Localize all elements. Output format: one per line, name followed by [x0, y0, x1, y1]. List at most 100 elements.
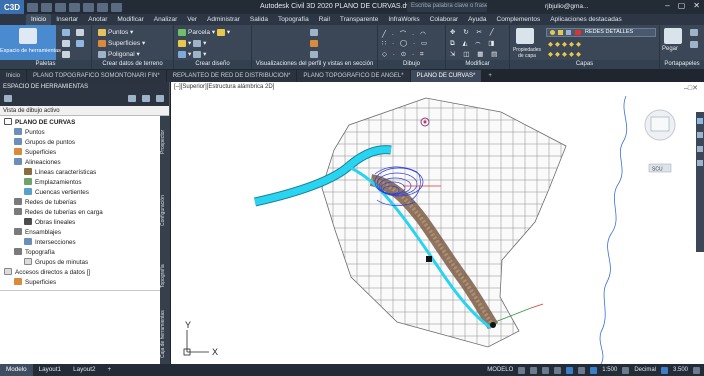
- tree-item-accesos-superficies[interactable]: Superficies: [14, 278, 56, 287]
- parcela-button[interactable]: Parcela ▾ ▾: [178, 28, 230, 36]
- nav-wheel-icon[interactable]: [697, 118, 703, 124]
- snap-toggle-icon[interactable]: [530, 366, 538, 374]
- draw-poly-tools[interactable]: ◇ · ⊙ · ⌗: [382, 50, 426, 59]
- tab-colaborar[interactable]: Colaborar: [425, 14, 464, 25]
- plot-icon[interactable]: [83, 2, 94, 12]
- nav-orbit-icon[interactable]: [697, 160, 703, 166]
- user-account[interactable]: rjbjulio@gma...: [545, 3, 588, 10]
- alignment-icon[interactable]: [216, 28, 225, 36]
- palette-tree-icon[interactable]: [128, 95, 136, 102]
- view-selector[interactable]: Vista de dibujo activo: [0, 106, 169, 116]
- polar-toggle-icon[interactable]: [554, 366, 562, 374]
- draw-circle-tools[interactable]: ∷ · ◯ · ▭: [382, 39, 429, 47]
- panel-icon[interactable]: [62, 51, 70, 58]
- workspace-gear-icon[interactable]: [622, 366, 630, 374]
- tree-item-ensamblajes[interactable]: Ensamblajes: [14, 228, 61, 237]
- drawing-area[interactable]: Y X SCU [–][Superior][Estructura alámbri…: [171, 82, 704, 364]
- tab-layout1[interactable]: Layout1: [33, 364, 67, 376]
- corridor-icon[interactable]: [193, 50, 202, 58]
- viewcube[interactable]: [644, 109, 676, 141]
- open-file-icon[interactable]: [41, 2, 52, 12]
- save-icon[interactable]: [55, 2, 66, 12]
- doc-tab-angel[interactable]: PLANO TOPOGRAFICO DE ANGEL*: [297, 70, 410, 82]
- palette-icon[interactable]: [62, 29, 70, 36]
- viewport-window-controls[interactable]: –□✕: [684, 84, 698, 92]
- properties-icon[interactable]: [76, 29, 84, 36]
- minimize-button[interactable]: –: [665, 1, 669, 10]
- espacio-herramientas-button[interactable]: Espacio de herramientas: [0, 25, 61, 60]
- app-logo[interactable]: C3D: [0, 0, 24, 14]
- maximize-button[interactable]: ▢: [678, 1, 686, 10]
- viewport-controls[interactable]: [–][Superior][Estructura alámbrica 2D]: [174, 84, 274, 90]
- tab-insertar[interactable]: Insertar: [51, 14, 83, 25]
- annotation-scale[interactable]: 1:500: [602, 367, 617, 373]
- feature-line-icon[interactable]: [178, 39, 186, 47]
- side-tab-caja[interactable]: Caja de herramientas: [160, 306, 170, 362]
- intersection-icon[interactable]: [178, 50, 186, 58]
- customize-icon[interactable]: [693, 366, 700, 374]
- tree-item-emplazamientos[interactable]: Emplazamientos: [24, 178, 82, 187]
- save-as-icon[interactable]: [69, 2, 80, 12]
- doc-tab-plano-curvas[interactable]: PLANO DE CURVAS*: [410, 70, 482, 82]
- tab-topografia[interactable]: Topografía: [273, 14, 314, 25]
- layer-properties-label[interactable]: Propiedades de capa: [512, 47, 542, 59]
- puntos-button[interactable]: Puntos ▾: [98, 28, 133, 36]
- redo-icon[interactable]: [111, 2, 122, 12]
- undo-icon[interactable]: [97, 2, 108, 12]
- stretch-tools[interactable]: ⇲ ◫ ▦ ▤: [450, 50, 500, 58]
- tab-infraworks[interactable]: InfraWorks: [383, 14, 424, 25]
- tab-rail[interactable]: Rail: [314, 14, 335, 25]
- tab-ayuda[interactable]: Ayuda: [463, 14, 491, 25]
- tab-complementos[interactable]: Complementos: [492, 14, 546, 25]
- tab-layout2[interactable]: Layout2: [67, 364, 101, 376]
- ortho-toggle-icon[interactable]: [542, 366, 550, 374]
- model-space-toggle[interactable]: MODELO: [487, 367, 513, 373]
- paste-icon[interactable]: [664, 28, 682, 44]
- profile-icon[interactable]: [310, 29, 318, 36]
- grid-icon[interactable]: [76, 40, 84, 47]
- cut-clip-icon[interactable]: [690, 41, 698, 48]
- layer-tools-row-2[interactable]: ◆◆◆◆◆: [548, 50, 583, 58]
- tree-item-topografia[interactable]: Topografía: [14, 248, 55, 257]
- move-tools[interactable]: ✥ ↻ ✂ ╱: [450, 28, 497, 36]
- toolbox-icon[interactable]: [62, 40, 70, 47]
- doc-tab-inicio[interactable]: Inicio: [0, 70, 27, 82]
- layer-dropdown[interactable]: REDES DETALLES: [546, 28, 656, 37]
- tree-item-alineaciones[interactable]: Alineaciones: [14, 158, 61, 167]
- tab-modelo[interactable]: Modelo: [0, 364, 33, 376]
- new-file-icon[interactable]: [27, 2, 38, 12]
- tree-item-redes-carga[interactable]: Redes de tuberías en carga: [14, 208, 103, 217]
- units-selector[interactable]: Decimal: [634, 367, 656, 373]
- side-tab-prospector[interactable]: Prospector: [160, 122, 170, 162]
- copy-clip-icon[interactable]: [690, 29, 698, 36]
- tab-analizar[interactable]: Analizar: [149, 14, 182, 25]
- tree-item-grupos-minutas[interactable]: Grupos de minutas: [24, 258, 88, 267]
- palette-help-icon[interactable]: [156, 95, 164, 102]
- tree-item-intersecciones[interactable]: Intersecciones: [24, 238, 76, 247]
- doc-tab-replanteo[interactable]: REPLANTEO DE RED DE DISTRIBUCION*: [166, 70, 297, 82]
- tab-ver[interactable]: Ver: [182, 14, 202, 25]
- tab-inicio[interactable]: Inicio: [26, 14, 52, 25]
- palette-options-icon[interactable]: [4, 95, 12, 102]
- tree-item-cuencas[interactable]: Cuencas vertientes: [24, 188, 89, 197]
- tab-aplicaciones-destacadas[interactable]: Aplicaciones destacadas: [545, 14, 627, 25]
- tree-item-redes[interactable]: Redes de tuberías: [14, 198, 76, 207]
- layer-tools-row-1[interactable]: ◆◆◆◆◆: [548, 40, 583, 48]
- grading-icon[interactable]: [193, 39, 202, 47]
- palette-view-icon[interactable]: [142, 95, 150, 102]
- tree-item-puntos[interactable]: Puntos: [14, 128, 45, 137]
- tree-item-grupos-puntos[interactable]: Grupos de puntos: [14, 138, 75, 147]
- tab-anotar[interactable]: Anotar: [83, 14, 112, 25]
- doc-tab-somontonari[interactable]: PLANO TOPOGRAFICO SOMONTONARI FIN*: [27, 70, 166, 82]
- search-input[interactable]: Escriba palabra clave o frase: [407, 2, 487, 12]
- grid-toggle-icon[interactable]: [518, 366, 526, 374]
- quick-props-icon[interactable]: [660, 366, 668, 374]
- close-button[interactable]: ✕: [693, 1, 700, 10]
- tree-item-accesos[interactable]: Accesos directos a datos []: [4, 268, 90, 277]
- add-layout-button[interactable]: +: [102, 364, 118, 376]
- side-tab-topografia[interactable]: Topografía: [160, 256, 170, 296]
- tree-item-superficies[interactable]: Superficies: [14, 148, 56, 157]
- tab-modificar[interactable]: Modificar: [112, 14, 148, 25]
- layer-properties-icon[interactable]: [516, 28, 534, 44]
- section-view-icon[interactable]: [310, 51, 318, 58]
